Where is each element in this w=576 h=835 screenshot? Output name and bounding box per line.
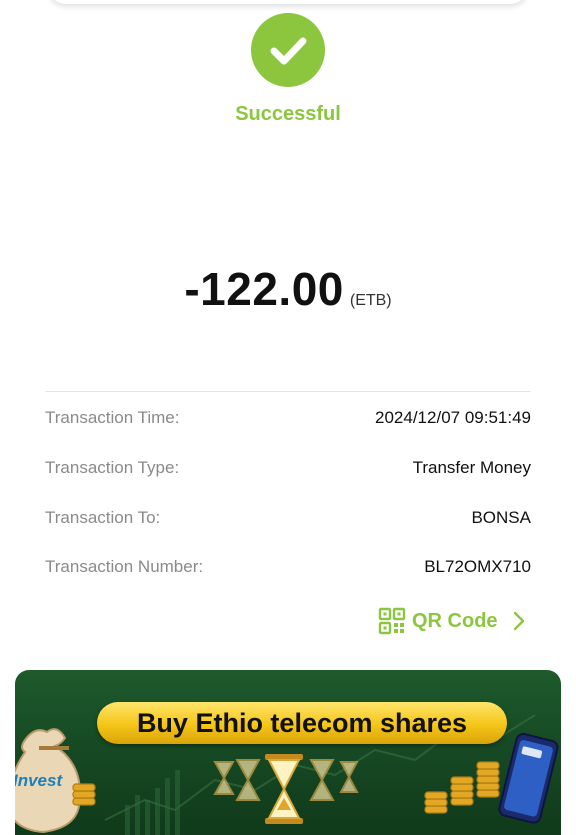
chevron-right-icon — [513, 611, 524, 631]
detail-label: Transaction Type: — [45, 458, 180, 477]
banner-artwork — [15, 714, 559, 835]
qr-code-icon — [378, 607, 406, 635]
check-icon — [270, 37, 307, 65]
amount-currency: (ETB) — [349, 292, 392, 309]
status-text: Successful — [235, 103, 341, 125]
detail-value: BL72OMX710 — [424, 557, 531, 576]
detail-value: BONSA — [471, 508, 531, 527]
detail-value: Transfer Money — [412, 458, 531, 477]
detail-row-transaction-number: Transaction Number: BL72OMX710 — [45, 555, 531, 579]
sack-label: Invest — [15, 771, 63, 790]
divider — [45, 391, 531, 392]
banner-title: Buy Ethio telecom shares — [136, 708, 468, 738]
detail-label: Transaction Time: — [45, 408, 180, 427]
detail-row-transaction-time: Transaction Time: 2024/12/07 09:51:49 — [45, 406, 531, 430]
promo-banner[interactable]: Buy Ethio telecom shares Invest — [15, 670, 561, 835]
amount-value: -122.00 — [184, 263, 344, 315]
detail-row-transaction-to: Transaction To: BONSA — [45, 506, 531, 530]
detail-row-transaction-type: Transaction Type: Transfer Money — [45, 456, 531, 480]
qr-code-link[interactable]: QR Code — [378, 606, 526, 636]
qr-code-label: QR Code — [412, 609, 498, 632]
amount-row: -122.00 (ETB) — [0, 262, 576, 316]
detail-label: Transaction To: — [45, 508, 161, 527]
top-card-edge — [48, 0, 528, 4]
detail-label: Transaction Number: — [45, 557, 204, 576]
success-status-icon — [251, 13, 325, 87]
detail-value: 2024/12/07 09:51:49 — [375, 408, 531, 427]
